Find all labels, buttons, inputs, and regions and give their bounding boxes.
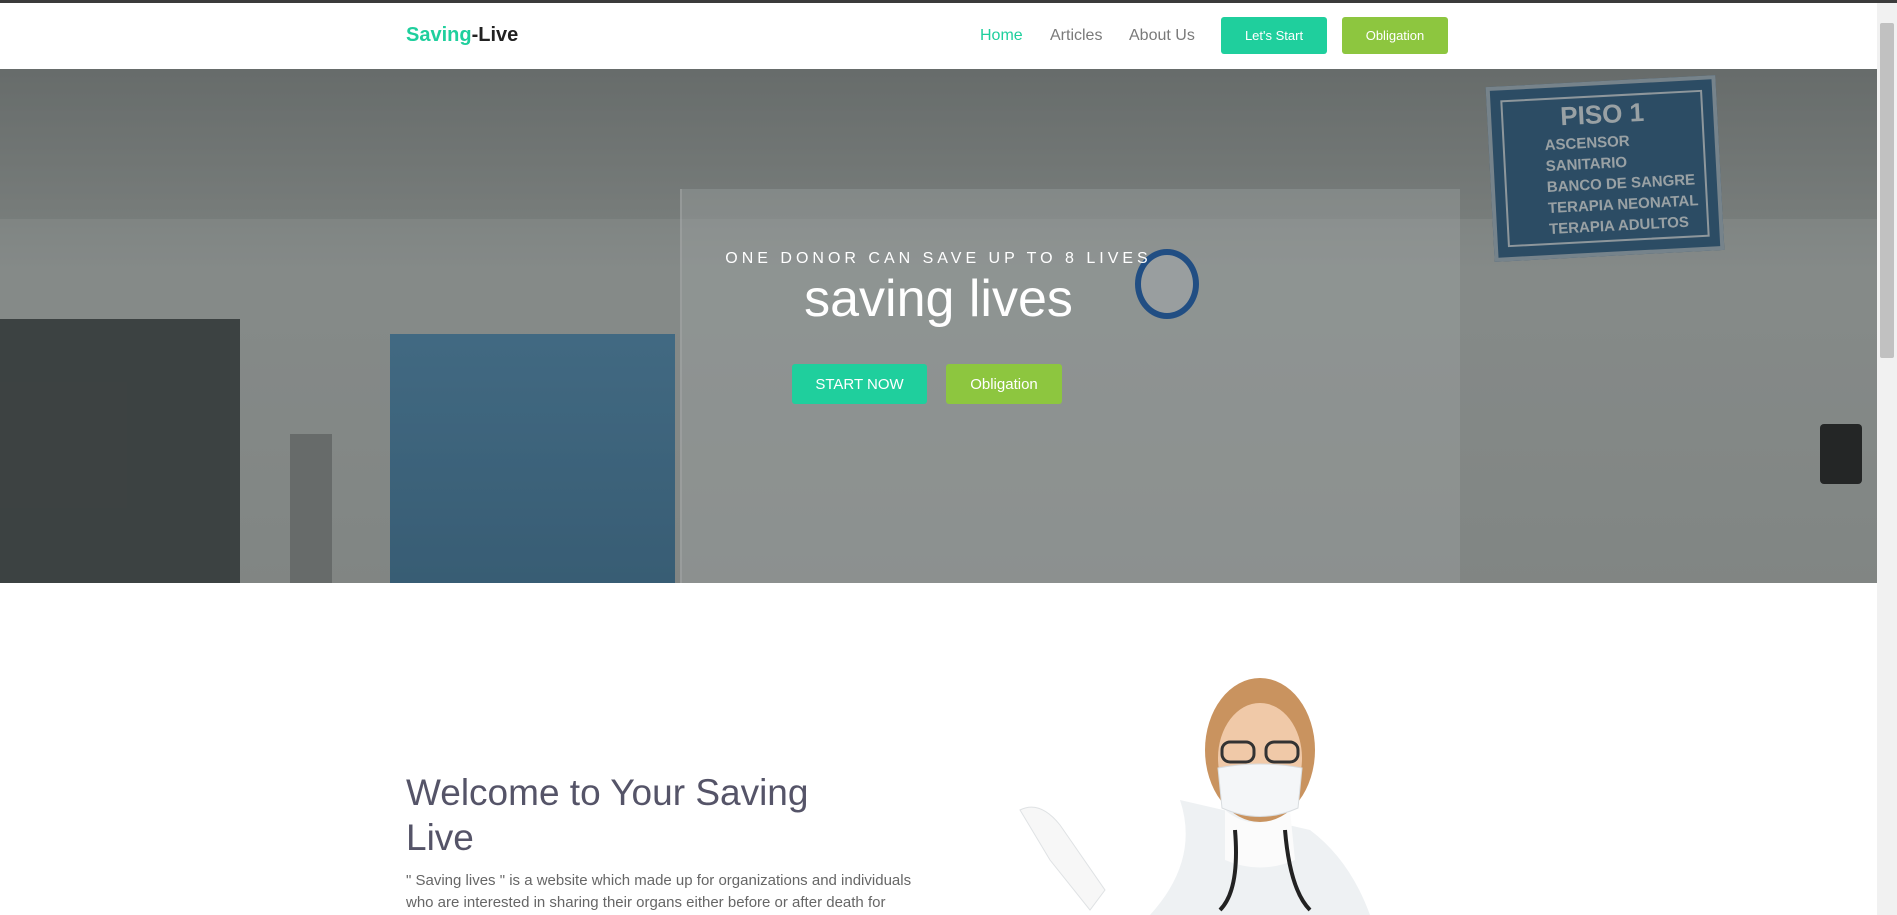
nav-link-home[interactable]: Home <box>980 27 1023 45</box>
hero-section: PISO 1 ASCENSOR SANITARIO BANCO DE SANGR… <box>0 69 1877 583</box>
doctor-image <box>1019 678 1370 915</box>
brand-part-2: -Live <box>471 24 519 46</box>
navbar: Saving-Live Home Articles About Us Let's… <box>0 3 1877 69</box>
obligation-hero-button[interactable]: Obligation <box>946 364 1062 404</box>
hero-title: saving lives <box>804 270 1073 328</box>
gloved-hand <box>1019 806 1106 911</box>
lets-start-button[interactable]: Let's Start <box>1221 17 1327 54</box>
nav-link-articles[interactable]: Articles <box>1050 27 1102 45</box>
scrollbar-thumb[interactable] <box>1880 23 1894 358</box>
face-mask <box>1217 763 1303 817</box>
obligation-nav-button[interactable]: Obligation <box>1342 17 1448 54</box>
page-scrollbar[interactable] <box>1877 3 1897 915</box>
brand-part-1: Saving <box>406 24 472 46</box>
welcome-text: " Saving lives " is a website which made… <box>406 872 912 911</box>
start-now-button[interactable]: START NOW <box>792 364 927 404</box>
welcome-title: Welcome to Your Saving Live <box>406 772 809 858</box>
nav-link-about-us[interactable]: About Us <box>1129 27 1195 45</box>
brand-logo[interactable]: Saving-Live <box>406 24 518 47</box>
hero-eyebrow: ONE DONOR CAN SAVE UP TO 8 LIVES <box>725 250 1152 267</box>
